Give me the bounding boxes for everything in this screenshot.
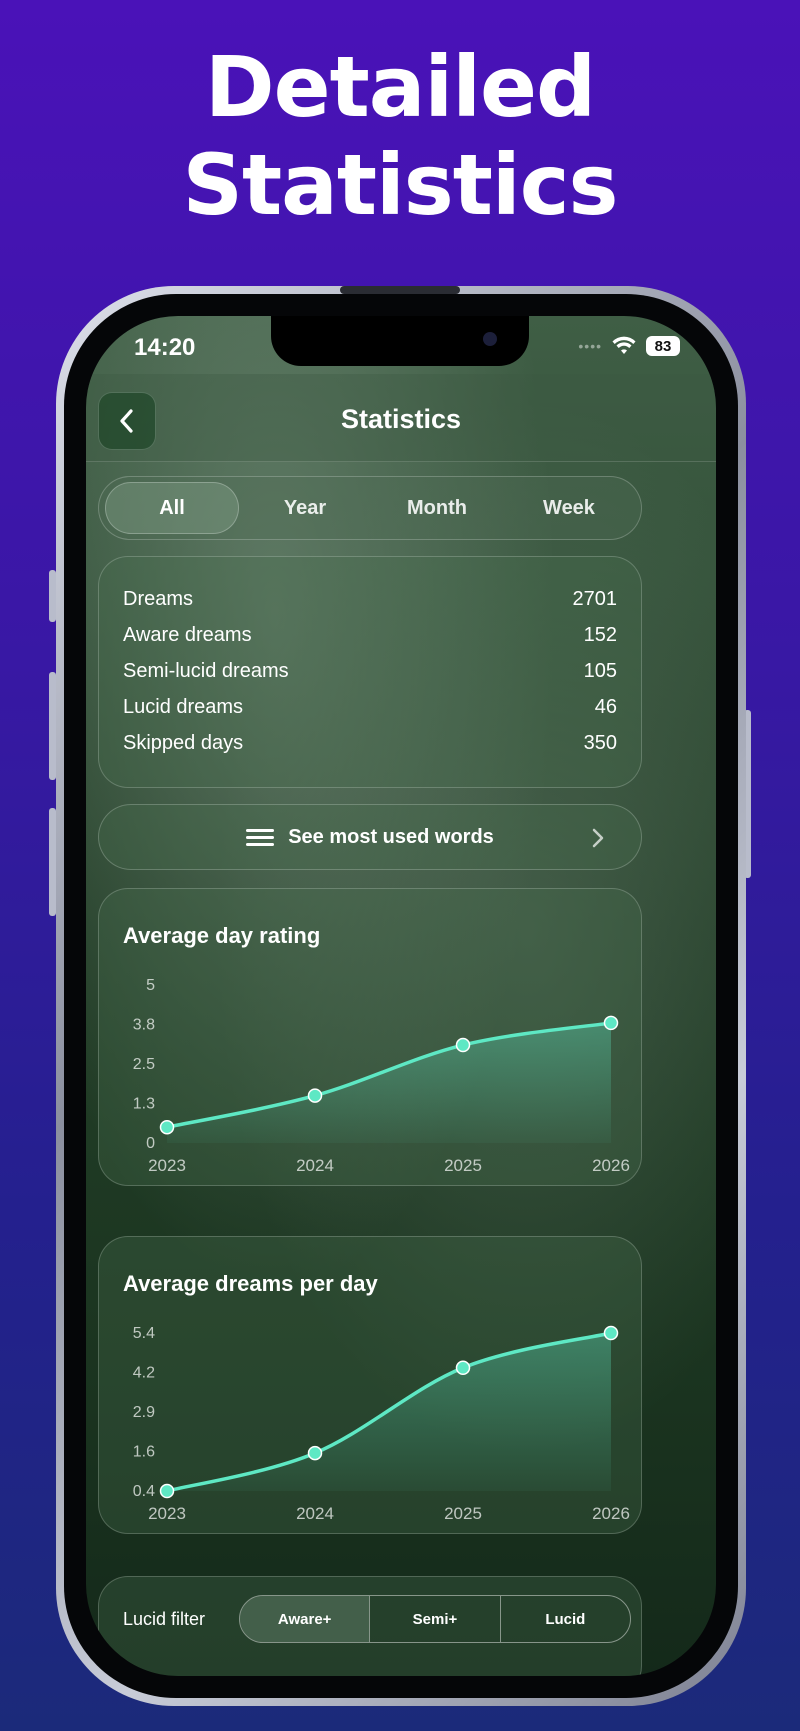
battery-indicator: 83	[646, 336, 680, 356]
x-tick-label: 2023	[148, 1504, 186, 1523]
data-point-2024	[307, 1088, 323, 1103]
page-title: Statistics	[340, 404, 462, 434]
promo-headline: Detailed Statistics	[0, 38, 800, 234]
x-tick-label: 2026	[592, 1156, 630, 1175]
tab-month[interactable]: Month	[371, 482, 503, 534]
lucid-filter-card: Lucid filter Aware+ Semi+ Lucid	[98, 1576, 642, 1676]
data-point-2026	[603, 1015, 619, 1031]
stat-value: 152	[583, 623, 617, 646]
wifi-icon	[612, 336, 636, 354]
tab-year[interactable]: Year	[239, 482, 371, 534]
x-tick-label: 2023	[148, 1156, 186, 1175]
stat-row-aware-dreams: Aware dreams 152	[123, 617, 617, 653]
x-tick-label: 2026	[592, 1504, 630, 1523]
summary-stats-card: Dreams 2701 Aware dreams 152 Semi-lucid …	[98, 556, 642, 788]
y-tick-label: 4.2	[133, 1365, 155, 1382]
status-time: 14:20	[134, 334, 196, 361]
data-point-2023	[159, 1483, 175, 1499]
y-tick-label: 5	[146, 977, 155, 994]
day-rating-chart-card: Average day rating 5 3.8 2.5 1.3 0 2023 2024 20…	[98, 888, 642, 1186]
status-icons: •••• 83	[578, 336, 680, 356]
earpiece-speaker	[340, 286, 460, 294]
x-tick-label: 2024	[296, 1504, 334, 1523]
stat-row-semi-lucid-dreams: Semi-lucid dreams 105	[123, 653, 617, 689]
phone-frame: 14:20 •••• 83 Statistics All Year Month …	[56, 286, 746, 1706]
silent-switch	[49, 570, 56, 622]
notch	[271, 316, 529, 366]
y-tick-label: 1.6	[133, 1444, 155, 1461]
tab-all[interactable]: All	[105, 482, 239, 534]
stat-label: Dreams	[123, 587, 194, 610]
front-camera	[483, 332, 497, 346]
stat-row-lucid-dreams: Lucid dreams 46	[123, 689, 617, 725]
volume-up-button	[49, 672, 56, 780]
cellular-signal-icon: ••••	[578, 338, 602, 354]
navigation-bar: Statistics	[86, 374, 716, 462]
day-rating-chart: 5 3.8 2.5 1.3 0 2023 2024 2025 2026	[133, 977, 630, 1175]
filter-option-semi[interactable]: Semi+	[369, 1596, 499, 1642]
y-tick-label: 2.9	[133, 1404, 155, 1421]
dreams-per-day-chart: 5.4 4.2 2.9 1.6 0.4 2023 2024 2025 2026	[133, 1325, 630, 1523]
tab-week[interactable]: Week	[503, 482, 635, 534]
stat-value: 105	[583, 659, 617, 682]
filter-option-lucid[interactable]: Lucid	[499, 1596, 630, 1642]
dreams-per-day-chart-card: Average dreams per day 5.4 4.2 2.9 1.6 0.4 20…	[98, 1236, 642, 1534]
x-tick-label: 2025	[444, 1504, 482, 1523]
data-point-2023	[159, 1119, 175, 1135]
x-tick-label: 2025	[444, 1156, 482, 1175]
stat-row-dreams: Dreams 2701	[123, 581, 617, 617]
data-point-2025	[455, 1360, 471, 1376]
y-tick-label: 0.4	[133, 1483, 155, 1500]
list-icon	[246, 828, 275, 846]
area-fill	[167, 1022, 611, 1143]
volume-down-button	[49, 808, 56, 916]
stat-label: Aware dreams	[123, 623, 252, 646]
stat-value: 2701	[572, 587, 618, 610]
stat-value: 350	[583, 731, 617, 754]
stat-label: Lucid dreams	[123, 695, 244, 718]
y-tick-label: 2.5	[133, 1056, 155, 1073]
period-segmented-control: All Year Month Week	[98, 476, 642, 540]
headline-line-1: Detailed	[204, 38, 596, 136]
stat-row-skipped-days: Skipped days 350	[123, 725, 617, 761]
headline-line-2: Statistics	[182, 136, 618, 234]
data-point-2025	[455, 1037, 471, 1053]
most-used-words-label: See most used words	[288, 825, 494, 848]
data-point-2024	[307, 1445, 323, 1461]
chevron-right-icon	[592, 828, 604, 848]
app-screen: 14:20 •••• 83 Statistics All Year Month …	[86, 316, 716, 1676]
lucid-filter-segmented-control: Aware+ Semi+ Lucid	[239, 1595, 631, 1643]
data-point-2026	[603, 1325, 619, 1341]
stat-label: Skipped days	[123, 731, 244, 754]
y-tick-label: 1.3	[133, 1096, 155, 1113]
y-tick-label: 5.4	[133, 1325, 155, 1342]
lucid-filter-label: Lucid filter	[123, 1609, 206, 1629]
stat-label: Semi-lucid dreams	[123, 659, 289, 682]
y-tick-label: 3.8	[133, 1017, 155, 1034]
x-tick-label: 2024	[296, 1156, 334, 1175]
filter-option-aware[interactable]: Aware+	[240, 1596, 370, 1642]
most-used-words-button[interactable]: See most used words	[98, 804, 642, 870]
stat-value: 46	[594, 695, 617, 718]
y-tick-label: 0	[146, 1135, 155, 1152]
